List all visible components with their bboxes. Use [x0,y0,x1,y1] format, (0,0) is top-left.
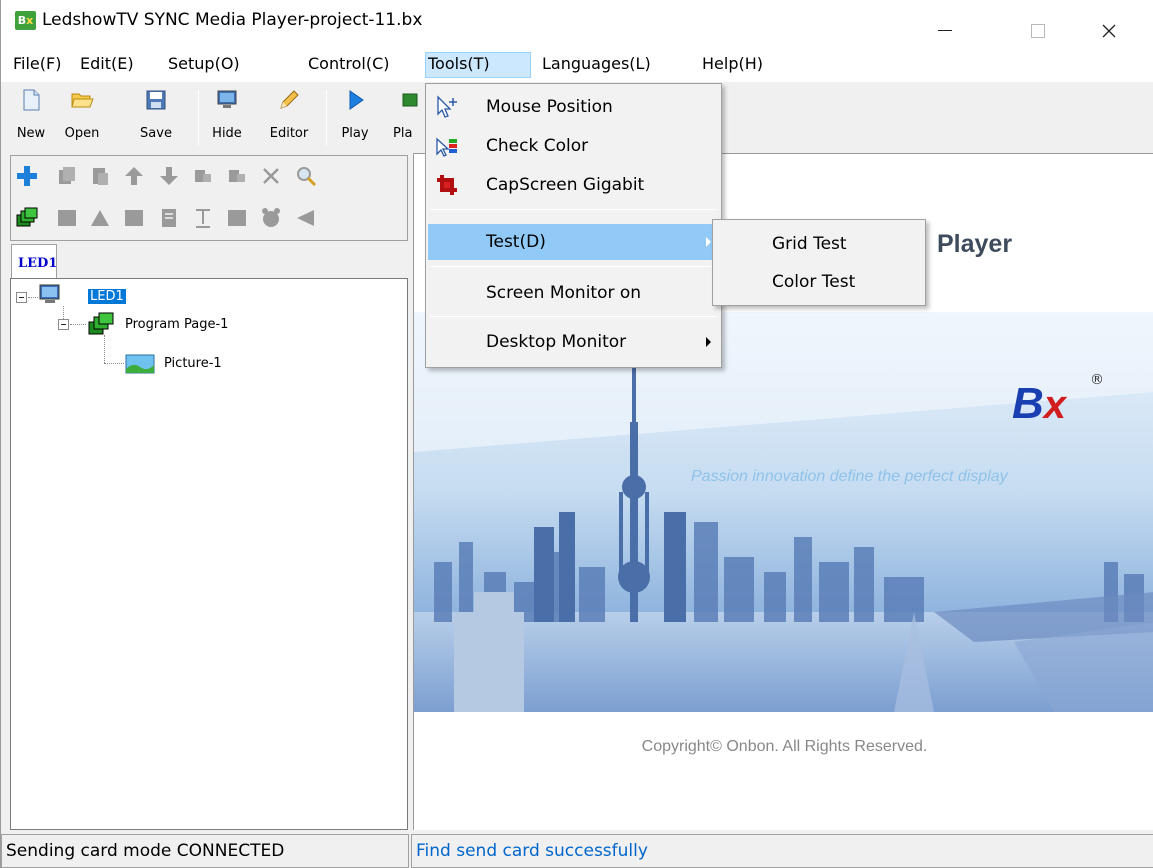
menu-item-mouse-position[interactable]: Mouse Position [428,89,719,125]
pencil-icon [280,90,299,109]
tree-connector [104,335,105,363]
program-icon [88,312,114,335]
add-icon[interactable] [15,164,39,188]
text-icon[interactable] [191,206,215,230]
collapse-toggle[interactable] [58,319,69,330]
toolbar-separator [198,90,199,146]
menu-bar: File(F) Edit(E) Setup(O) Control(C) Tool… [1,44,1153,82]
registered-mark: ® [1090,372,1104,388]
menu-item-desktop-monitor[interactable]: Desktop Monitor [428,324,719,360]
editor-button[interactable]: Editor [261,84,317,150]
mouse-position-icon [437,95,457,118]
video-icon[interactable] [122,206,146,230]
tagline-text: Passion innovation define the perfect di… [691,468,1008,485]
open-button[interactable]: Open [58,84,106,150]
play-icon [349,90,364,110]
status-connection: Sending card mode CONNECTED [1,834,409,868]
object-toolbar [10,155,408,241]
menu-file[interactable]: File(F) [10,52,64,78]
tree-connector [28,297,38,298]
close-button[interactable] [1087,0,1133,44]
menu-item-screen-monitor[interactable]: Screen Monitor on [428,275,719,311]
status-bar: Sending card mode CONNECTED Find send ca… [1,832,1153,868]
submenu-arrow-icon [706,237,711,247]
tree-connector [63,306,64,319]
menu-languages[interactable]: Languages(L) [539,52,654,78]
zoom-icon[interactable] [294,164,318,188]
animation-icon[interactable] [88,206,112,230]
move-down-icon[interactable] [157,164,181,188]
submenu-item-color-test[interactable]: Color Test [713,264,925,300]
test-submenu: Grid Test Color Test [712,219,926,306]
brand-logo: Bx [1012,379,1067,428]
close-icon [1102,24,1116,38]
submenu-arrow-icon [706,337,711,347]
move-right-icon[interactable] [225,164,249,188]
tree-connector [70,324,86,325]
floppy-disk-icon [146,90,166,110]
play-list-icon [402,93,418,107]
menu-separator [430,316,717,317]
paste-icon[interactable] [88,164,112,188]
menu-item-capscreen-gigabit[interactable]: CapScreen Gigabit [428,167,719,203]
status-message: Find send card successfully [411,834,1153,868]
menu-item-test[interactable]: Test(D) [428,224,719,260]
hide-button[interactable]: Hide [206,84,248,150]
title-bar: Bx LedshowTV SYNC Media Player-project-1… [1,0,1153,44]
menu-setup[interactable]: Setup(O) [165,52,243,78]
menu-separator [430,266,717,267]
picture-icon [125,354,155,374]
window-title: LedshowTV SYNC Media Player-project-11.b… [42,10,423,30]
program-icon[interactable] [15,206,39,230]
play-button[interactable]: Play [335,84,375,150]
menu-item-check-color[interactable]: Check Color [428,128,719,164]
move-up-icon[interactable] [122,164,146,188]
new-button[interactable]: New [11,84,51,150]
main-toolbar: New Open Save Hide Editor Play Pla [1,82,426,152]
maximize-button[interactable] [1016,0,1062,44]
save-button[interactable]: Save [135,84,177,150]
monitor-icon [217,90,237,108]
app-window: Bx LedshowTV SYNC Media Player-project-1… [0,0,1153,868]
menu-edit[interactable]: Edit(E) [77,52,137,78]
audio-icon[interactable] [294,206,318,230]
picture-icon[interactable] [55,206,79,230]
delete-icon[interactable] [259,164,283,188]
splash-title: Player [937,230,1013,258]
app-logo-icon: Bx [15,11,36,30]
move-left-icon[interactable] [191,164,215,188]
city-skyline-image [414,312,1153,712]
toolbar-separator [326,90,327,146]
collapse-toggle[interactable] [16,292,27,303]
tab-led1[interactable]: LED1 [11,244,57,278]
menu-control[interactable]: Control(C) [305,52,393,78]
capscreen-icon [437,175,457,195]
folder-open-icon [71,93,94,108]
new-document-icon [23,89,40,111]
menu-tools[interactable]: Tools(T) [425,52,531,78]
tree-node-led1[interactable]: LED1 [88,287,126,309]
tree-node-program-page[interactable]: Program Page-1 [125,315,228,337]
check-color-icon [436,137,457,157]
document-icon[interactable] [157,206,181,230]
copy-icon[interactable] [55,164,79,188]
submenu-item-grid-test[interactable]: Grid Test [713,226,925,262]
tools-menu-dropdown: Mouse Position Check Color CapScreen Gig… [425,83,722,368]
minimize-button[interactable] [922,0,968,44]
play-list-button[interactable]: Pla [393,84,427,150]
copyright-text: Copyright© Onbon. All Rights Reserved. [641,738,928,755]
tree-node-picture[interactable]: Picture-1 [164,354,222,376]
project-tree: LED1 Program Page-1 Picture-1 [10,278,408,830]
clock-icon[interactable] [259,206,283,230]
table-icon[interactable] [225,206,249,230]
tree-connector [104,363,124,364]
monitor-icon [39,284,60,303]
menu-separator [430,209,717,210]
menu-help[interactable]: Help(H) [699,52,766,78]
